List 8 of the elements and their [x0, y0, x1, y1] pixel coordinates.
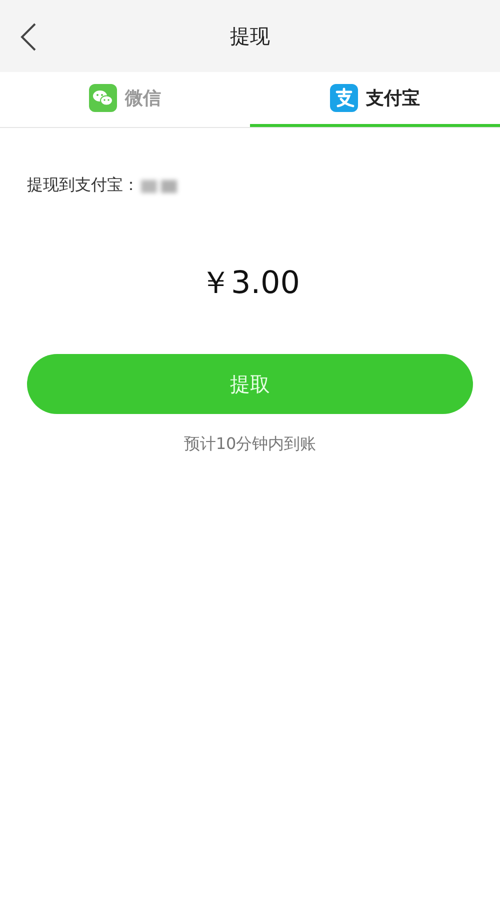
back-icon[interactable]	[18, 22, 38, 52]
amount-text: ￥3.00	[198, 264, 302, 303]
arrival-hint: 预计10分钟内到账	[182, 434, 318, 455]
page-title: 提现	[230, 22, 270, 50]
alipay-logo-icon	[330, 84, 358, 112]
chat-bubbles-icon	[89, 84, 117, 112]
account-label: 提现到支付宝：	[27, 175, 139, 196]
withdraw-button[interactable]: 提取	[27, 354, 473, 414]
